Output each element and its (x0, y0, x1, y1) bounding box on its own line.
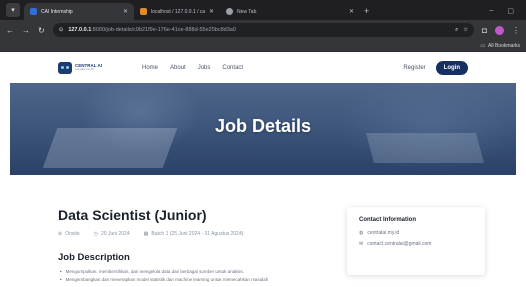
close-tab-icon[interactable]: ✕ (209, 8, 214, 15)
hero-banner: Job Details (10, 83, 516, 175)
maximize-icon[interactable]: ▢ (507, 7, 514, 15)
new-tab-icon[interactable]: + (364, 6, 369, 16)
zoom-icon[interactable]: ⌕ (455, 27, 458, 34)
nav-about[interactable]: About (170, 65, 186, 71)
address-bar[interactable]: ⊙ 127.0.0.1:8000/job-details/c0b21f9e-17… (52, 23, 475, 37)
job-description-heading: Job Description (58, 252, 130, 263)
close-tab-icon[interactable]: ✕ (123, 8, 128, 15)
browser-tab[interactable]: New Tab ✕ (220, 3, 360, 20)
tab-title: New Tab (237, 8, 257, 15)
nav-home[interactable]: Home (142, 65, 158, 71)
job-location: ⊚ Onsite (58, 231, 80, 237)
contact-website[interactable]: ◍ centralai.my.id (359, 230, 473, 236)
profile-avatar[interactable] (495, 25, 504, 35)
phpmyadmin-favicon-icon (140, 8, 147, 15)
location-pin-icon: ⊚ (58, 231, 63, 237)
contact-email[interactable]: ✉ contact.centralai@gmail.com (359, 241, 473, 247)
list-item: Mengembangkan dan menerapkan model stati… (60, 276, 269, 284)
globe-icon: ◍ (359, 230, 364, 236)
clock-icon: ◷ (93, 231, 99, 237)
robot-logo-icon (58, 61, 72, 74)
site-logo[interactable]: CENTRAL AI Innovation for All (58, 61, 102, 74)
browser-tab-active[interactable]: CAI Internship ✕ (24, 3, 134, 20)
logo-subtitle: Innovation for All (75, 68, 94, 72)
close-tab-icon[interactable]: ✕ (349, 8, 354, 15)
minimize-icon[interactable]: – (489, 7, 493, 15)
register-link[interactable]: Register (403, 65, 425, 71)
nav-contact[interactable]: Contact (222, 65, 243, 71)
tab-title: localhost / 127.0.0.1 / cai-inter (151, 8, 205, 15)
menu-icon[interactable]: ⋮ (512, 26, 520, 35)
back-icon[interactable]: ← (6, 26, 14, 35)
browser-toolbar: ← → ↻ ⊙ 127.0.0.1:8000/job-details/c0b21… (0, 20, 526, 40)
folder-icon: ▭ (480, 42, 486, 49)
reload-icon[interactable]: ↻ (38, 26, 45, 35)
url-host: 127.0.0.1 (68, 27, 92, 33)
site-navbar: CENTRAL AI Innovation for All Home About… (0, 52, 526, 83)
hero-background-image (365, 133, 485, 163)
page-title: Job Details (214, 116, 312, 136)
job-meta: ⊚ Onsite ◷ 20 Juni 2024 ▦ Batch 1 (25 Juni … (58, 231, 243, 237)
job-description-list: Mengumpulkan, membersihkan, dan mengelol… (60, 268, 269, 284)
mail-icon: ✉ (359, 241, 364, 247)
url-path: :8000/job-details/c0b21f9e-176e-41ce-888… (91, 27, 236, 33)
all-bookmarks-link[interactable]: All Bookmarks (488, 43, 520, 49)
site-info-icon[interactable]: ⊙ (59, 27, 64, 33)
job-title: Data Scientist (Junior) (58, 207, 207, 223)
website-link[interactable]: centralai.my.id (367, 230, 399, 236)
job-posted-date: ◷ 20 Juni 2024 (93, 231, 130, 237)
bookmarks-bar: ▭ All Bookmarks (0, 40, 526, 52)
calendar-icon: ▦ (143, 231, 149, 237)
contact-heading: Contact Information (359, 217, 416, 223)
contact-card: Contact Information ◍ centralai.my.id ✉ … (347, 207, 485, 275)
extensions-icon[interactable]: ◘ (482, 26, 487, 35)
forward-icon[interactable]: → (22, 26, 30, 35)
nav-jobs[interactable]: Jobs (198, 65, 211, 71)
email-link[interactable]: contact.centralai@gmail.com (367, 241, 431, 247)
browser-tab[interactable]: localhost / 127.0.0.1 / cai-inter ✕ (134, 3, 220, 20)
chrome-favicon-icon (226, 8, 233, 15)
site-favicon-icon (30, 8, 37, 15)
tab-search-icon[interactable]: ▾ (6, 3, 20, 17)
login-button[interactable]: Login (435, 60, 468, 75)
job-batch: ▦ Batch 1 (25 Juni 2024 - 31 Agustus 2024… (143, 231, 244, 237)
bookmark-star-icon[interactable]: ☆ (463, 27, 468, 33)
window-controls: – ▢ (489, 7, 514, 15)
browser-tab-strip: ▾ CAI Internship ✕ localhost / 127.0.0.1… (0, 0, 526, 20)
list-item: Mengumpulkan, membersihkan, dan mengelol… (60, 268, 268, 276)
tab-title: CAI Internship (41, 8, 73, 15)
nav-links: Home About Jobs Contact (142, 65, 243, 71)
